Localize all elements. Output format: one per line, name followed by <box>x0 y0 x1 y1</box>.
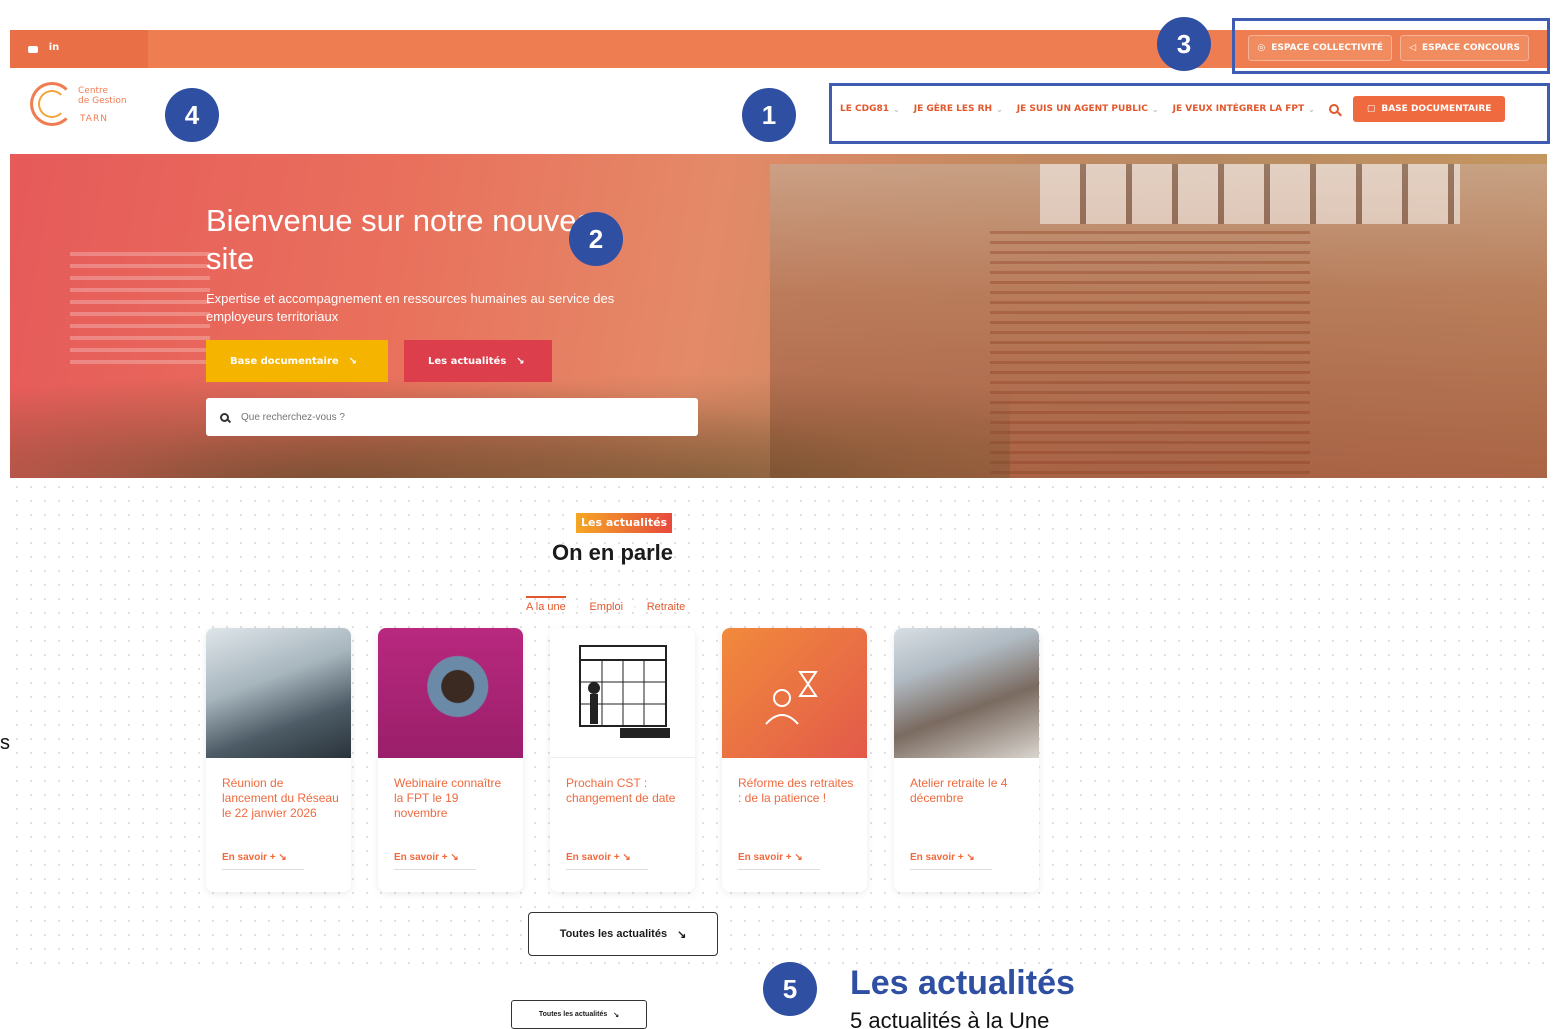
hero-base-documentaire-button[interactable]: Base documentaire ↘ <box>206 340 388 382</box>
news-card-more-link[interactable]: En savoir + ↘ <box>910 852 992 870</box>
annotation-badge-3: 3 <box>1157 17 1211 71</box>
annotation-badge-2: 2 <box>569 212 623 266</box>
news-card-image <box>894 628 1039 758</box>
annotation-badge-5: 5 <box>763 962 817 1016</box>
arrow-down-right-icon: ↘ <box>278 852 287 863</box>
news-card-title[interactable]: Réunion de lancement du Réseau le 22 jan… <box>222 776 340 821</box>
arrow-down-right-icon: ↘ <box>966 852 975 863</box>
annotation-box-3 <box>1232 18 1550 74</box>
hero-title: Bienvenue sur notre nouveau site <box>206 203 612 276</box>
news-card-image <box>206 628 351 758</box>
news-tabs: A la une · Emploi · Retraite <box>526 596 685 613</box>
news-card-title[interactable]: Réforme des retraites : de la patience ! <box>738 776 856 806</box>
logo-line-3: TARN <box>80 114 108 124</box>
search-icon <box>220 412 229 422</box>
hero-shutters <box>70 244 210 364</box>
cropped-side-text: s <box>0 732 10 754</box>
news-cards: Réunion de lancement du Réseau le 22 jan… <box>206 628 1039 892</box>
hero-subtitle: Expertise et accompagnement en ressource… <box>206 291 615 324</box>
arrow-down-right-icon: ↘ <box>516 355 525 367</box>
news-card[interactable]: Réforme des retraites : de la patience !… <box>722 628 867 892</box>
news-card-more-link[interactable]: En savoir + ↘ <box>394 852 476 870</box>
hero-actualites-button[interactable]: Les actualités ↘ <box>404 340 552 382</box>
news-card-more-link[interactable]: En savoir + ↘ <box>222 852 304 870</box>
hero-windows <box>1040 164 1460 224</box>
news-card[interactable]: Atelier retraite le 4 décembre En savoir… <box>894 628 1039 892</box>
arrow-down-right-icon: ↘ <box>677 928 687 941</box>
all-news-button-preview[interactable]: Toutes les actualités ↘ <box>511 1000 647 1029</box>
tab-retraite[interactable]: Retraite <box>647 596 686 613</box>
hero-bricks <box>990 224 1310 474</box>
news-card-image <box>378 628 523 758</box>
arrow-down-right-icon: ↘ <box>348 355 358 367</box>
annotation-legend-title: Les actualités <box>850 964 1075 1002</box>
news-card[interactable]: Webinaire connaître la FPT le 19 novembr… <box>378 628 523 892</box>
news-card[interactable]: Réunion de lancement du Réseau le 22 jan… <box>206 628 351 892</box>
news-section-title: On en parle <box>552 540 674 565</box>
hero-banner: Bienvenue sur notre nouveau site Experti… <box>10 154 1547 478</box>
news-card-image <box>550 628 695 758</box>
search-input[interactable] <box>241 411 661 423</box>
news-card[interactable]: Prochain CST : changement de date En sav… <box>550 628 695 892</box>
arrow-down-right-icon: ↘ <box>794 852 803 863</box>
tab-a-la-une[interactable]: A la une <box>526 596 566 613</box>
linkedin-icon[interactable]: in <box>48 42 60 54</box>
news-card-more-link[interactable]: En savoir + ↘ <box>566 852 648 870</box>
annotation-badge-1: 1 <box>742 88 796 142</box>
arrow-down-right-icon: ↘ <box>613 1011 620 1019</box>
person-hourglass-icon <box>765 671 818 725</box>
social-links: in <box>28 42 60 54</box>
news-section: Les actualités On en parle A la une · Em… <box>10 480 1547 972</box>
arrow-down-right-icon: ↘ <box>622 852 631 863</box>
news-card-more-link[interactable]: En savoir + ↘ <box>738 852 820 870</box>
arrow-down-right-icon: ↘ <box>450 852 459 863</box>
logo-line-2: de Gestion <box>78 96 127 106</box>
logo-line-1: Centre <box>78 86 109 96</box>
news-card-title[interactable]: Webinaire connaître la FPT le 19 novembr… <box>394 776 512 821</box>
site-logo[interactable]: Centre de Gestion TARN <box>30 82 140 128</box>
tab-emploi[interactable]: Emploi <box>589 596 623 613</box>
news-section-tag: Les actualités <box>576 513 673 533</box>
logo-swirl-inner-icon <box>38 90 66 118</box>
annotation-box-1 <box>829 83 1550 144</box>
news-card-title[interactable]: Atelier retraite le 4 décembre <box>910 776 1028 806</box>
annotation-badge-4: 4 <box>165 88 219 142</box>
all-news-button[interactable]: Toutes les actualités ↘ <box>528 912 718 956</box>
youtube-icon[interactable] <box>28 45 38 53</box>
hero-search-bar <box>206 398 698 436</box>
annotation-legend-subtitle: 5 actualités à la Une <box>850 1008 1050 1029</box>
news-card-image <box>722 628 867 758</box>
news-card-title[interactable]: Prochain CST : changement de date <box>566 776 684 806</box>
calendar-illustration-icon <box>579 645 670 738</box>
